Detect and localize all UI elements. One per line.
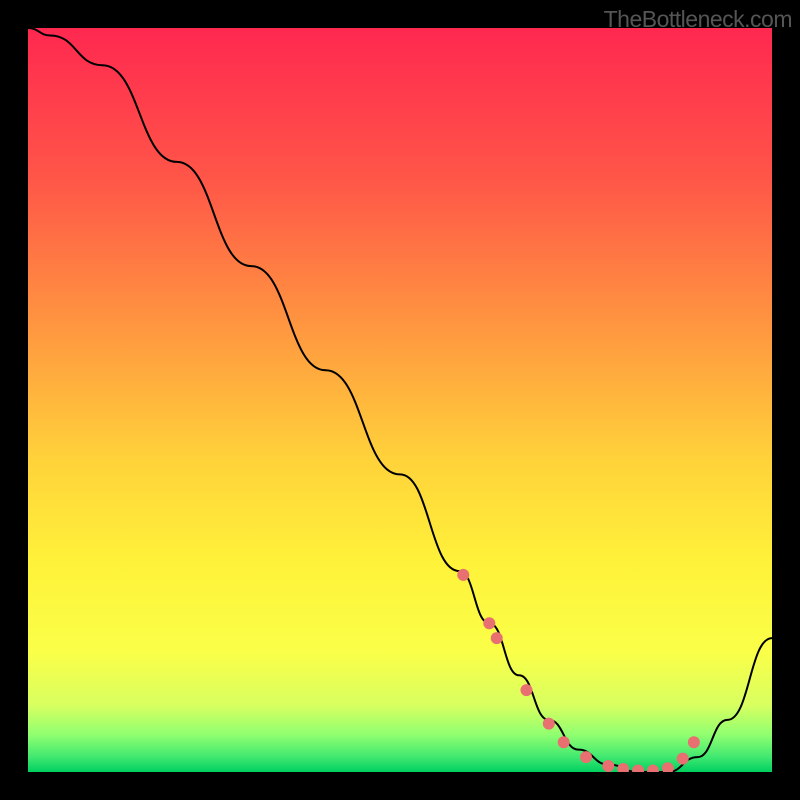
data-marker <box>602 760 614 772</box>
data-marker <box>662 762 674 772</box>
data-marker <box>457 569 469 581</box>
data-marker <box>677 753 689 765</box>
chart-area <box>28 28 772 772</box>
bottleneck-curve <box>28 28 772 772</box>
data-marker <box>580 751 592 763</box>
watermark-text: TheBottleneck.com <box>604 6 792 33</box>
data-marker <box>688 736 700 748</box>
data-marker <box>543 718 555 730</box>
data-marker <box>558 736 570 748</box>
data-marker <box>491 632 503 644</box>
chart-curve-layer <box>28 28 772 772</box>
data-marker <box>483 617 495 629</box>
data-marker <box>520 684 532 696</box>
marker-group <box>457 569 700 772</box>
data-marker <box>647 765 659 772</box>
data-marker <box>617 763 629 772</box>
data-marker <box>632 765 644 772</box>
